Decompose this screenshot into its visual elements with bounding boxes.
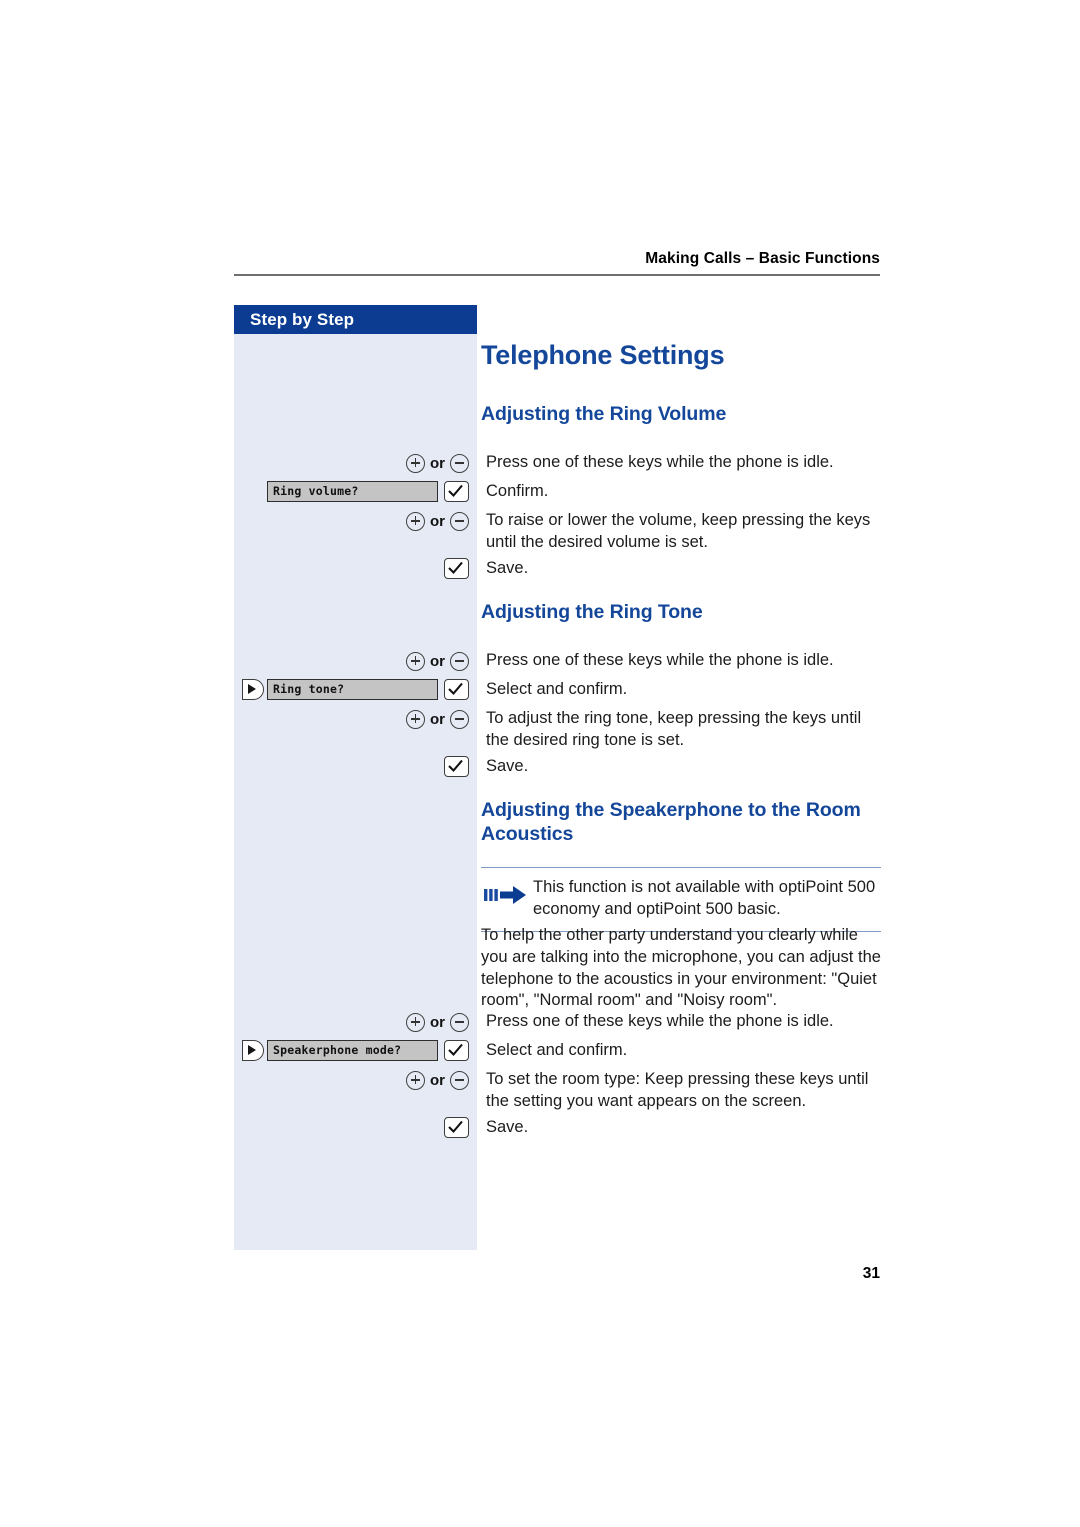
section-heading-ring-tone: Adjusting the Ring Tone (481, 601, 703, 623)
or-label: or (430, 512, 445, 530)
minus-key-icon[interactable] (450, 651, 469, 671)
or-label: or (430, 710, 445, 728)
check-icon (448, 1120, 463, 1134)
running-head: Making Calls – Basic Functions (645, 250, 880, 267)
checkmark-key-icon[interactable] (444, 481, 469, 502)
step-row: or To adjust the ring tone, keep pressin… (0, 708, 1080, 754)
step-row: or To raise or lower the volume, keep pr… (0, 510, 1080, 556)
step-key-column: or (234, 650, 477, 676)
display-text: Speakerphone mode? (273, 1043, 402, 1057)
plus-or-minus-key-group[interactable]: or (406, 1069, 469, 1091)
check-icon (448, 759, 463, 773)
check-icon (448, 561, 463, 575)
page-title: Telephone Settings (481, 340, 725, 370)
step-row: or Press one of these keys while the pho… (0, 452, 1080, 478)
step-instruction: Press one of these keys while the phone … (486, 453, 834, 471)
phone-display-speakerphone: Speakerphone mode? (267, 1040, 438, 1061)
or-label: or (430, 652, 445, 670)
minus-key-icon[interactable] (450, 453, 469, 473)
checkmark-key-icon[interactable] (444, 756, 469, 777)
minus-key-icon[interactable] (450, 511, 469, 531)
or-label: or (430, 454, 445, 472)
step-key-column: or (234, 1011, 477, 1037)
plus-key-icon[interactable] (406, 453, 425, 473)
plus-or-minus-key-group[interactable]: or (406, 708, 469, 730)
page-number: 31 (862, 1265, 880, 1282)
checkmark-key-icon[interactable] (444, 1040, 469, 1061)
step-key-column: or (234, 1069, 477, 1115)
step-instruction: Select and confirm. (486, 1041, 628, 1059)
display-text: Ring tone? (273, 682, 345, 696)
step-key-column (234, 756, 477, 782)
step-instruction: Save. (486, 757, 529, 775)
check-icon (448, 682, 463, 696)
step-row: Save. (0, 558, 1080, 584)
step-key-column: Ring volume? (234, 481, 477, 507)
section-heading-speakerphone: Adjusting the Speakerphone to the Room A… (481, 799, 861, 846)
step-row: or Press one of these keys while the pho… (0, 650, 1080, 676)
plus-key-icon[interactable] (406, 1012, 425, 1032)
step-row: or To set the room type: Keep pressing t… (0, 1069, 1080, 1115)
step-instruction: To raise or lower the volume, keep press… (486, 511, 871, 551)
section-heading-ring-volume: Adjusting the Ring Volume (481, 403, 727, 425)
step-key-column: or (234, 510, 477, 556)
sidebar-header: Step by Step (234, 305, 477, 334)
phone-display-ring-volume: Ring volume? (267, 481, 438, 502)
plus-key-icon[interactable] (406, 511, 425, 531)
checkmark-key-icon[interactable] (444, 679, 469, 700)
step-row: Save. (0, 1117, 1080, 1143)
navigator-right-icon[interactable] (242, 679, 264, 700)
step-instruction: Save. (486, 559, 529, 577)
step-instruction: Select and confirm. (486, 680, 628, 698)
or-label: or (430, 1071, 445, 1089)
step-instruction: To set the room type: Keep pressing thes… (486, 1070, 869, 1110)
check-icon (448, 1043, 463, 1057)
step-instruction: Confirm. (486, 482, 549, 500)
step-instruction: Press one of these keys while the phone … (486, 651, 834, 669)
step-row: Speakerphone mode? Select and confirm. (0, 1040, 1080, 1066)
step-key-column: Ring tone? (234, 679, 477, 705)
plus-or-minus-key-group[interactable]: or (406, 452, 469, 474)
minus-key-icon[interactable] (450, 1070, 469, 1090)
speakerphone-intro-paragraph: To help the other party understand you c… (481, 926, 881, 1010)
step-instruction: Save. (486, 1118, 529, 1136)
phone-display-ring-tone: Ring tone? (267, 679, 438, 700)
step-key-column: or (234, 452, 477, 478)
plus-or-minus-key-group[interactable]: or (406, 650, 469, 672)
display-text: Ring volume? (273, 484, 359, 498)
blue-arrow-icon (483, 884, 531, 906)
step-key-column (234, 558, 477, 584)
navigator-right-icon[interactable] (242, 1040, 264, 1061)
plus-key-icon[interactable] (406, 651, 425, 671)
minus-key-icon[interactable] (450, 1012, 469, 1032)
checkmark-key-icon[interactable] (444, 558, 469, 579)
minus-key-icon[interactable] (450, 709, 469, 729)
note-text: This function is not available with opti… (533, 878, 876, 918)
plus-or-minus-key-group[interactable]: or (406, 510, 469, 532)
step-key-column: Speakerphone mode? (234, 1040, 477, 1066)
step-instruction: Press one of these keys while the phone … (486, 1012, 834, 1030)
plus-key-icon[interactable] (406, 1070, 425, 1090)
step-row: Ring volume? Confirm. (0, 481, 1080, 507)
step-key-column: or (234, 708, 477, 754)
step-row: or Press one of these keys while the pho… (0, 1011, 1080, 1037)
check-icon (448, 484, 463, 498)
or-label: or (430, 1013, 445, 1031)
step-instruction: To adjust the ring tone, keep pressing t… (486, 709, 862, 749)
step-row: Save. (0, 756, 1080, 782)
note-callout: This function is not available with opti… (481, 867, 881, 932)
checkmark-key-icon[interactable] (444, 1117, 469, 1138)
plus-key-icon[interactable] (406, 709, 425, 729)
content-column: Telephone Settings (481, 305, 881, 371)
step-key-column (234, 1117, 477, 1143)
sidebar-title: Step by Step (250, 310, 355, 329)
step-row: Ring tone? Select and confirm. (0, 679, 1080, 705)
header-rule (234, 274, 880, 276)
plus-or-minus-key-group[interactable]: or (406, 1011, 469, 1033)
